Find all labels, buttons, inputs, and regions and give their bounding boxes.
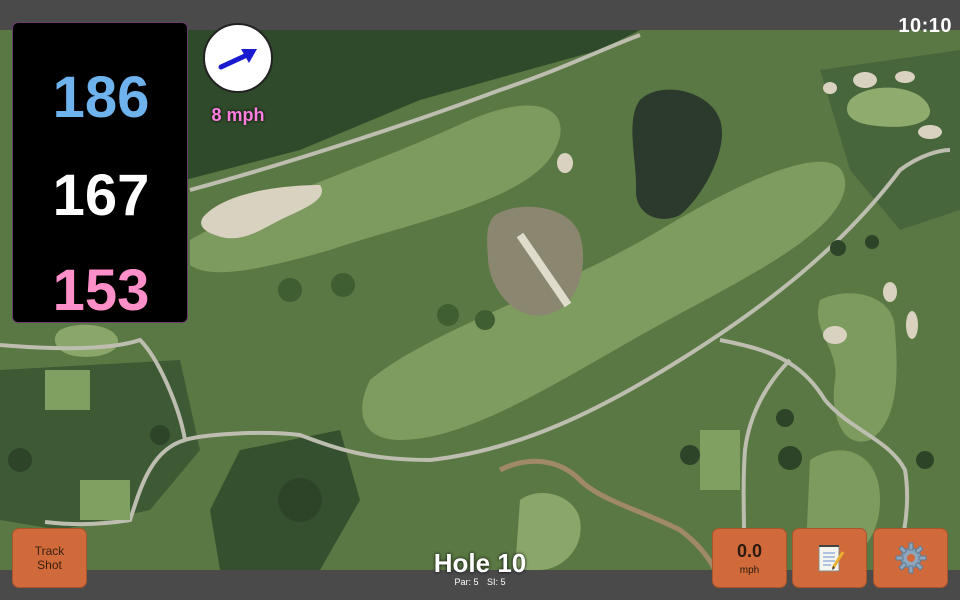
gear-icon xyxy=(895,542,926,574)
distance-front: 153 xyxy=(52,258,150,323)
hole-info: Par: 5 SI: 5 xyxy=(380,577,580,587)
speed-value: 0.0 xyxy=(736,540,763,561)
si-label: SI: 5 xyxy=(487,577,506,587)
wind-speed-label: 8 mph xyxy=(211,105,265,125)
par-label: Par: 5 xyxy=(454,577,479,587)
distance-middle: 167 xyxy=(52,163,150,228)
wind-arrow-icon xyxy=(218,49,257,70)
clock-time: 10:10 xyxy=(898,15,952,37)
track-shot-label-line1: Track xyxy=(34,544,65,558)
speed-unit: mph xyxy=(739,564,760,576)
notes-button[interactable] xyxy=(792,528,867,588)
track-shot-label-line2: Shot xyxy=(37,558,62,572)
speed-button[interactable]: 0.0 mph xyxy=(712,528,787,588)
distance-back: 186 xyxy=(52,65,150,130)
notepad-icon xyxy=(818,545,844,572)
hole-title: Hole 10 xyxy=(433,548,527,578)
settings-button[interactable] xyxy=(873,528,948,588)
wind-indicator xyxy=(203,23,273,93)
distance-panel: 186 167 153 xyxy=(12,22,188,323)
track-shot-button[interactable]: Track Shot xyxy=(12,528,87,588)
